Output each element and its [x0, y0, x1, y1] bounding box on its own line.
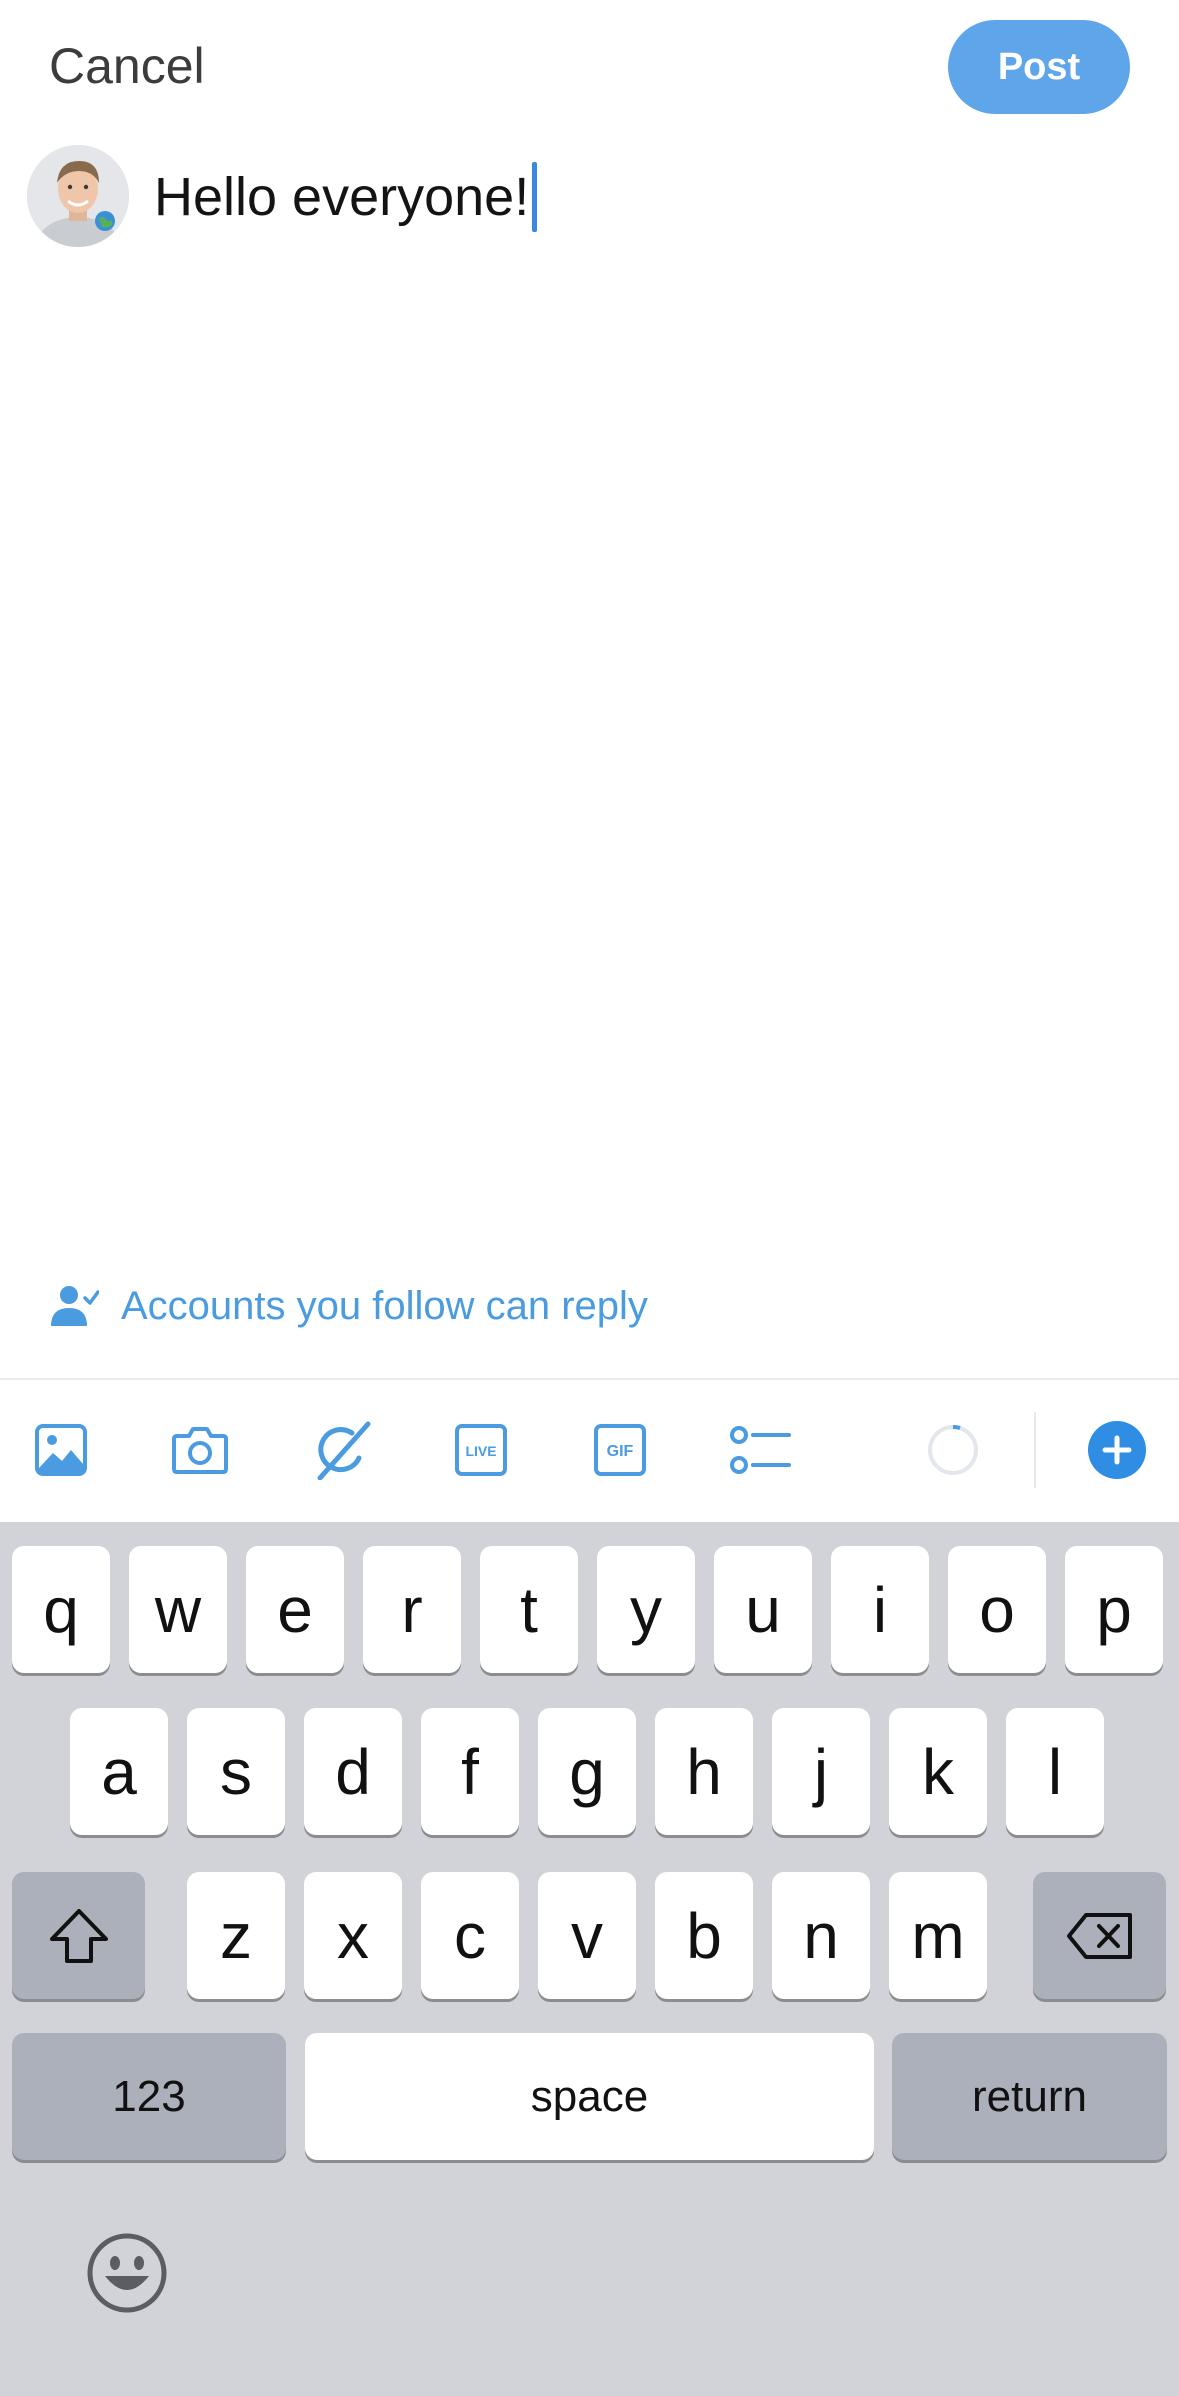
post-button[interactable]: Post	[948, 20, 1130, 114]
key-s[interactable]: s	[187, 1708, 285, 1835]
camera-icon	[172, 1427, 228, 1474]
reply-settings-label: Accounts you follow can reply	[121, 1283, 648, 1328]
post-text-input[interactable]: Hello everyone!	[154, 162, 538, 232]
key-o[interactable]: o	[948, 1546, 1046, 1673]
key-l[interactable]: l	[1006, 1708, 1104, 1835]
post-text-content: Hello everyone!	[154, 167, 530, 227]
key-k[interactable]: k	[889, 1708, 987, 1835]
return-key[interactable]: return	[892, 2033, 1167, 2160]
numbers-key[interactable]: 123	[12, 2033, 286, 2160]
key-w[interactable]: w	[129, 1546, 227, 1673]
person-check-icon	[51, 1286, 99, 1326]
gif-icon: GIF	[594, 1424, 646, 1476]
gif-text: GIF	[607, 1443, 634, 1460]
delete-key[interactable]	[1033, 1872, 1166, 1999]
toolbar-divider	[0, 1378, 1179, 1380]
add-thread-button[interactable]	[1085, 1418, 1149, 1482]
backspace-icon	[1066, 1912, 1132, 1959]
key-i[interactable]: i	[831, 1546, 929, 1673]
avatar[interactable]	[27, 145, 129, 247]
key-t[interactable]: t	[480, 1546, 578, 1673]
poll-button[interactable]	[728, 1418, 792, 1482]
grok-icon	[317, 1421, 371, 1480]
camera-button[interactable]	[168, 1418, 232, 1482]
key-c[interactable]: c	[421, 1872, 519, 1999]
key-f[interactable]: f	[421, 1708, 519, 1835]
key-p[interactable]: p	[1065, 1546, 1163, 1673]
key-j[interactable]: j	[772, 1708, 870, 1835]
reply-settings-button[interactable]: Accounts you follow can reply	[49, 1276, 648, 1336]
character-count-ring-icon	[928, 1425, 978, 1475]
poll-icon	[730, 1426, 791, 1474]
image-icon	[35, 1424, 87, 1476]
live-button[interactable]: LIVE	[449, 1418, 513, 1482]
key-h[interactable]: h	[655, 1708, 753, 1835]
key-y[interactable]: y	[597, 1546, 695, 1673]
key-d[interactable]: d	[304, 1708, 402, 1835]
key-q[interactable]: q	[12, 1546, 110, 1673]
live-text: LIVE	[465, 1443, 496, 1459]
space-key[interactable]: space	[305, 2033, 874, 2160]
key-z[interactable]: z	[187, 1872, 285, 1999]
toolbar-separator	[1034, 1412, 1036, 1488]
emoji-icon	[87, 2233, 167, 2313]
live-icon: LIVE	[455, 1424, 507, 1476]
key-r[interactable]: r	[363, 1546, 461, 1673]
key-u[interactable]: u	[714, 1546, 812, 1673]
user-avatar-photo	[27, 145, 129, 247]
key-v[interactable]: v	[538, 1872, 636, 1999]
key-m[interactable]: m	[889, 1872, 987, 1999]
gif-button[interactable]: GIF	[588, 1418, 652, 1482]
shift-key[interactable]	[12, 1872, 145, 1999]
key-n[interactable]: n	[772, 1872, 870, 1999]
emoji-key[interactable]	[86, 2232, 168, 2314]
image-button[interactable]	[29, 1418, 93, 1482]
key-g[interactable]: g	[538, 1708, 636, 1835]
keyboard: qwertyuiop asdfghjkl zxcvbnm 123 space r…	[0, 1522, 1179, 2396]
grok-button[interactable]	[310, 1418, 374, 1482]
key-b[interactable]: b	[655, 1872, 753, 1999]
key-a[interactable]: a	[70, 1708, 168, 1835]
shift-icon	[49, 1908, 108, 1963]
cancel-button[interactable]: Cancel	[49, 36, 205, 96]
key-e[interactable]: e	[246, 1546, 344, 1673]
character-counter	[921, 1418, 985, 1482]
key-x[interactable]: x	[304, 1872, 402, 1999]
add-thread-icon	[1088, 1421, 1146, 1479]
text-caret	[532, 162, 538, 232]
